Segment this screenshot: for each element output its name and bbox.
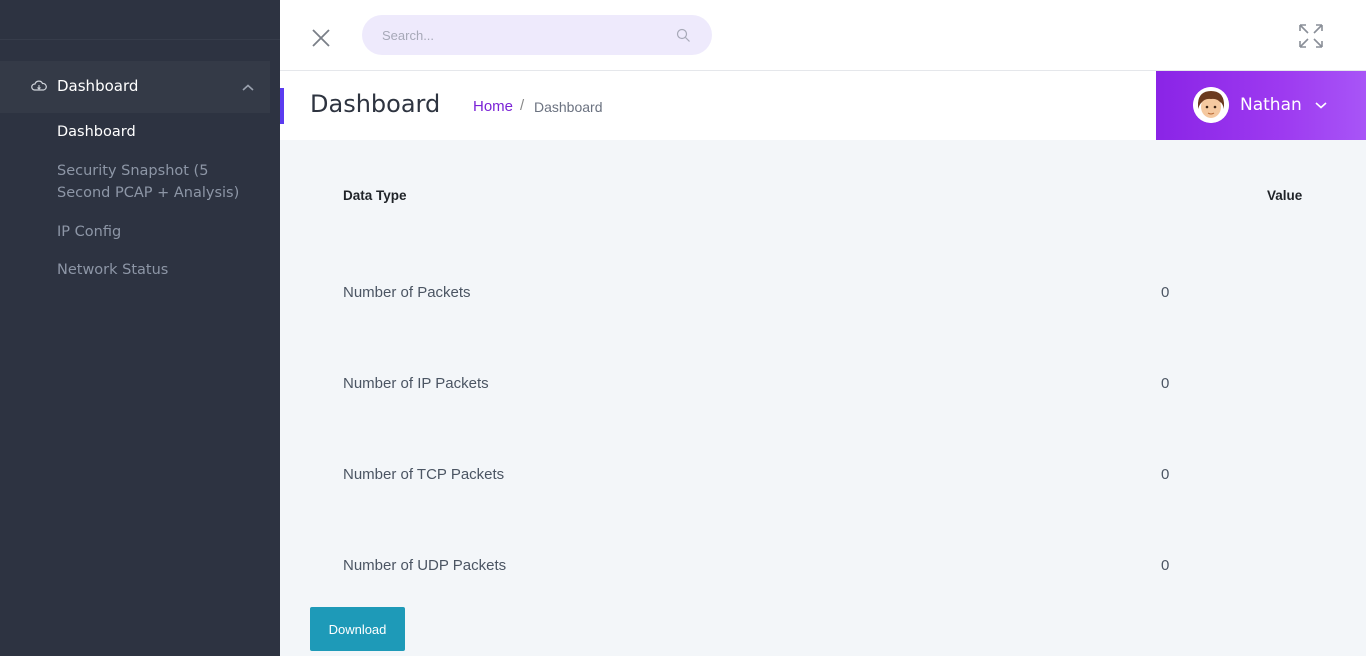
table-row-value: 0 [1161,466,1170,483]
table-row-label: Number of IP Packets [343,375,489,392]
breadcrumb-current: Dashboard [534,99,603,115]
top-header [280,0,1366,71]
avatar [1193,87,1229,123]
sidebar-item-security-snapshot[interactable]: Security Snapshot (5 Second PCAP + Analy… [57,160,262,204]
table-row-value: 0 [1161,375,1170,392]
user-name: Nathan [1240,95,1302,115]
chevron-down-icon [1315,102,1327,109]
column-header-data-type: Data Type [343,188,407,203]
search-bar [362,15,712,55]
close-icon[interactable] [310,27,332,49]
page-title: Dashboard [310,90,441,118]
table-row-value: 0 [1161,557,1170,574]
sidebar-item-network-status[interactable]: Network Status [57,259,262,281]
cloud-icon [31,80,47,91]
table-row-value: 0 [1161,284,1170,301]
table-row-label: Number of UDP Packets [343,557,507,574]
download-button[interactable]: Download [310,607,405,651]
search-icon[interactable] [676,28,691,43]
accent-bar [280,88,284,124]
sidebar-item-ip-config[interactable]: IP Config [57,221,262,243]
user-menu[interactable]: Nathan [1156,71,1366,140]
sidebar-group-label: Dashboard [57,77,139,95]
breadcrumb-home-link[interactable]: Home [473,98,513,115]
breadcrumb-separator: / [520,97,525,114]
chevron-up-icon[interactable] [240,82,256,94]
table-row-label: Number of TCP Packets [343,466,505,483]
column-header-value: Value [1267,188,1303,203]
sidebar-item-dashboard[interactable]: Dashboard [57,121,262,143]
page-header: Dashboard Home / Dashboard [280,71,1156,140]
table-row-label: Number of Packets [343,284,471,301]
search-input[interactable] [382,25,662,45]
sidebar: Dashboard Dashboard Security Snapshot (5… [0,0,280,656]
sidebar-group-dashboard[interactable]: Dashboard [0,61,270,113]
sidebar-header [0,0,280,40]
fullscreen-icon[interactable] [1298,23,1324,49]
